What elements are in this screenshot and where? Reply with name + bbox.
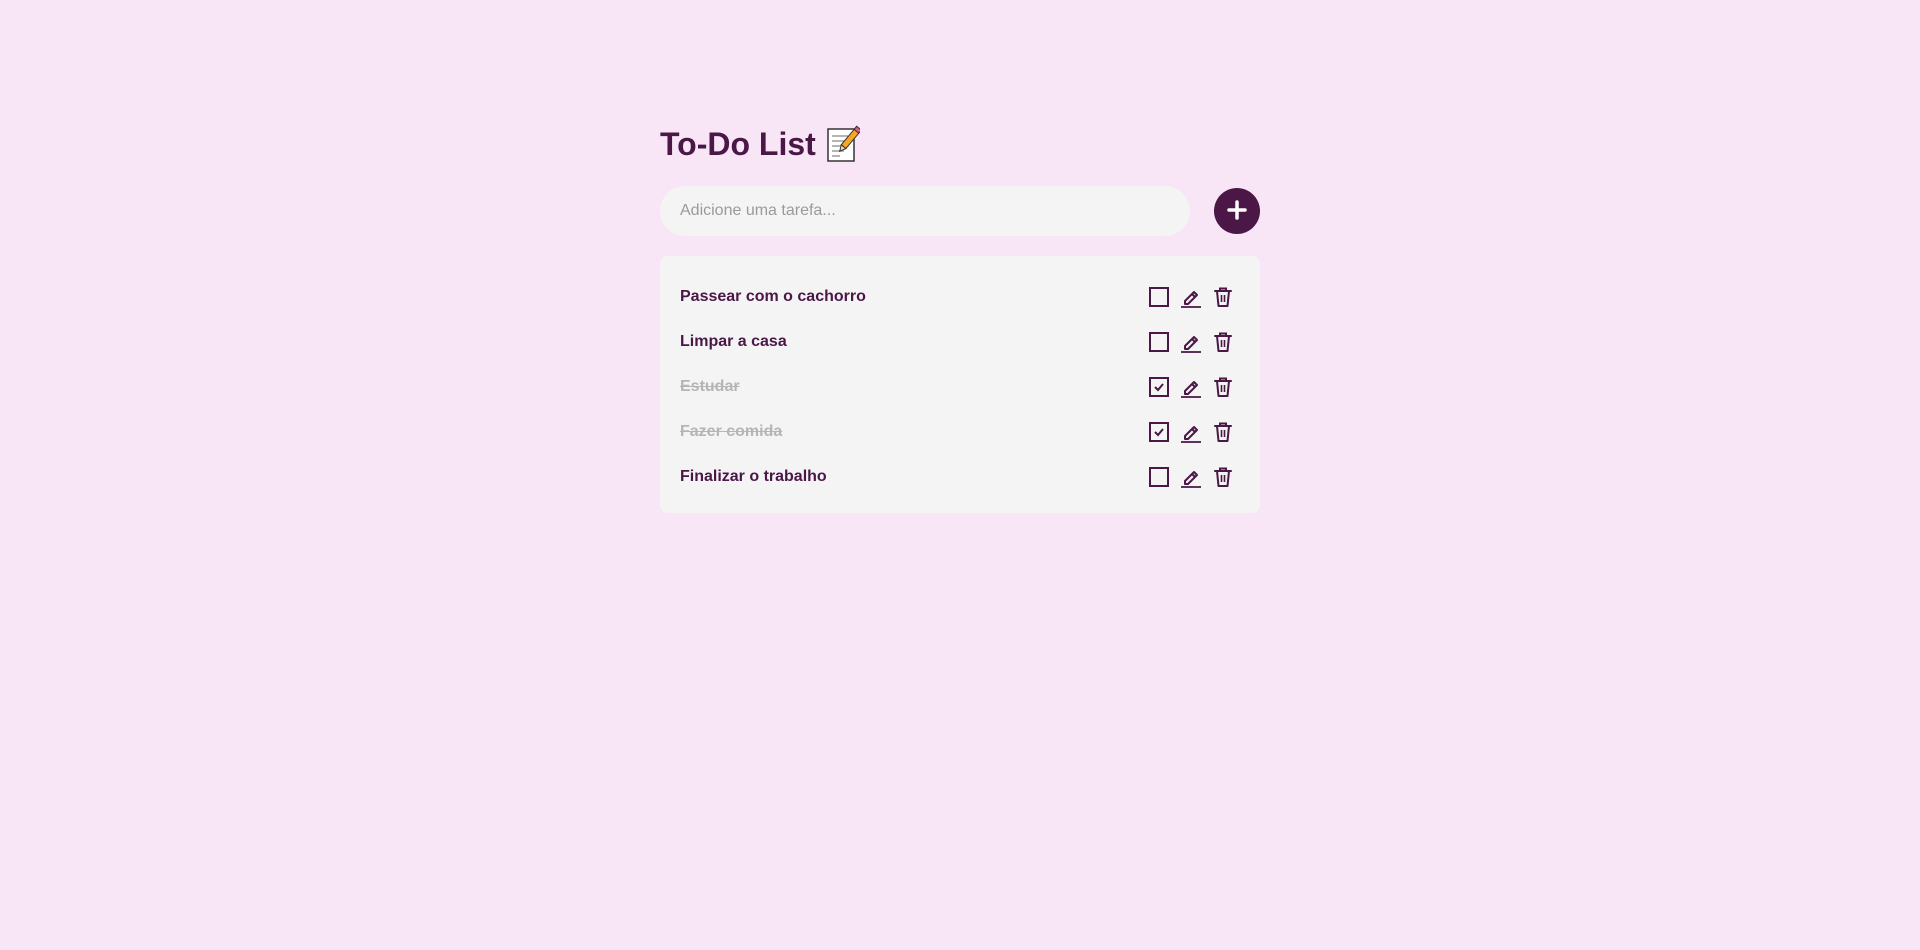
edit-icon[interactable] [1180, 421, 1202, 443]
task-text: Finalizar o trabalho [680, 467, 827, 485]
add-task-button[interactable] [1214, 188, 1260, 234]
task-text: Limpar a casa [680, 332, 787, 350]
task-text: Fazer comida [680, 422, 783, 440]
task-item: Estudar [680, 364, 1240, 409]
checkbox-checked-icon[interactable] [1148, 421, 1170, 443]
delete-icon[interactable] [1212, 331, 1234, 353]
task-actions [1148, 421, 1234, 443]
edit-icon[interactable] [1180, 466, 1202, 488]
delete-icon[interactable] [1212, 466, 1234, 488]
checkbox-checked-icon[interactable] [1148, 376, 1170, 398]
task-item: Passear com o cachorro [680, 274, 1240, 319]
task-item: Finalizar o trabalho [680, 454, 1240, 499]
checkbox-icon[interactable] [1148, 331, 1170, 353]
delete-icon[interactable] [1212, 286, 1234, 308]
todo-app: To-Do List Adicione uma tarefa... Passea… [660, 120, 1260, 529]
plus-icon [1226, 199, 1248, 224]
add-task-form [660, 186, 1260, 236]
task-item: Limpar a casa [680, 319, 1240, 364]
checkbox-icon[interactable] [1148, 286, 1170, 308]
task-actions [1148, 286, 1234, 308]
task-actions [1148, 331, 1234, 353]
edit-icon[interactable] [1180, 376, 1202, 398]
task-list: Passear com o cachorro Limpar a casa Est… [660, 256, 1260, 513]
delete-icon[interactable] [1212, 421, 1234, 443]
delete-icon[interactable] [1212, 376, 1234, 398]
task-item: Fazer comida [680, 409, 1240, 454]
task-actions [1148, 466, 1234, 488]
task-text: Estudar [680, 377, 740, 395]
task-actions [1148, 376, 1234, 398]
header: To-Do List [660, 120, 1260, 168]
memo-icon [826, 125, 862, 163]
edit-icon[interactable] [1180, 331, 1202, 353]
task-input[interactable] [660, 186, 1190, 236]
edit-icon[interactable] [1180, 286, 1202, 308]
task-text: Passear com o cachorro [680, 287, 866, 305]
checkbox-icon[interactable] [1148, 466, 1170, 488]
page-title: To-Do List [660, 126, 816, 162]
